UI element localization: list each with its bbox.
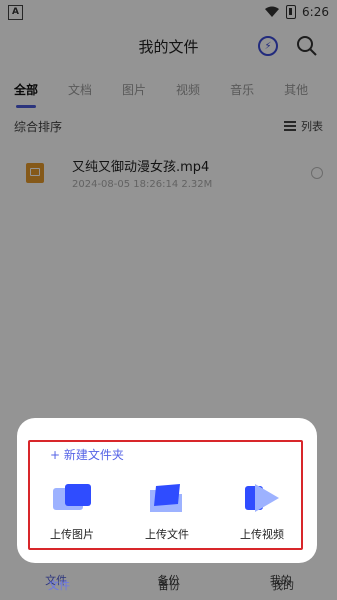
- upload-video-icon: [245, 484, 279, 512]
- nav-profile-label-overlay[interactable]: 我的: [272, 577, 294, 593]
- upload-image-button[interactable]: 上传图片: [37, 478, 107, 542]
- upload-image-label: 上传图片: [50, 528, 94, 541]
- upload-video-label: 上传视频: [240, 528, 284, 541]
- nav-files-label-overlay[interactable]: 文件: [48, 577, 70, 593]
- nav-backup-label-overlay[interactable]: 备份: [158, 577, 180, 593]
- upload-file-icon: [150, 484, 182, 512]
- upload-file-button[interactable]: 上传文件: [132, 478, 202, 542]
- new-folder-button[interactable]: + 新建文件夹: [50, 446, 124, 463]
- upload-file-label: 上传文件: [145, 528, 189, 541]
- upload-video-button[interactable]: 上传视频: [227, 478, 297, 542]
- upload-sheet: + 新建文件夹 上传图片 上传文件 上传视频: [17, 418, 317, 563]
- upload-image-icon: [53, 484, 91, 510]
